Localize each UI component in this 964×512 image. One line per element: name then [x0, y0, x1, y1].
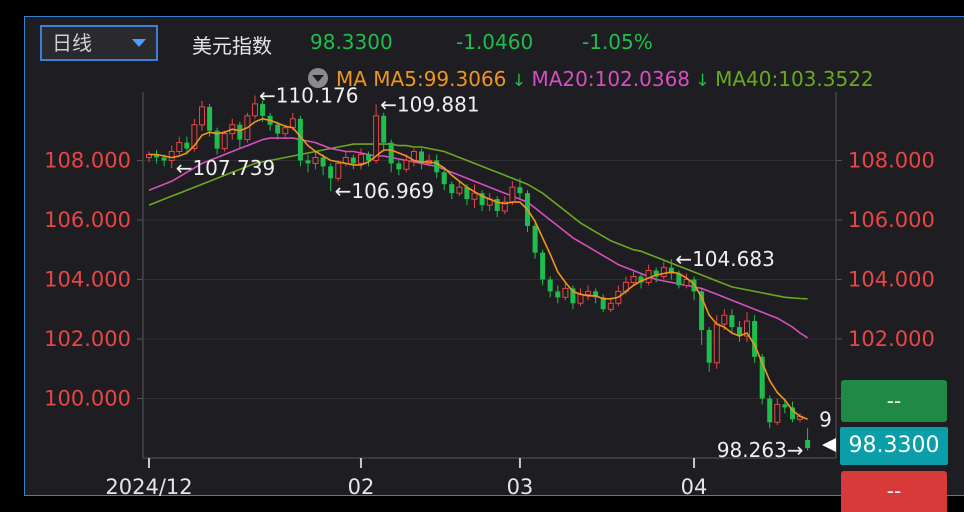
price-annotation: ←104.683 [675, 247, 774, 271]
candle-body[interactable] [199, 106, 205, 126]
candle-body[interactable] [207, 106, 213, 131]
candle-body[interactable] [403, 159, 410, 170]
x-tick-label: 03 [507, 475, 534, 499]
candle-body[interactable] [381, 115, 387, 143]
candle-body[interactable] [396, 163, 402, 170]
candle-body[interactable] [176, 142, 183, 153]
ma20-value: MA20:102.0368 [531, 67, 691, 91]
candle-body[interactable] [540, 252, 546, 280]
ma5-arrow-down-icon: ↓ [506, 71, 532, 91]
candle-body[interactable] [275, 124, 281, 134]
price-change: -1.0460 [456, 30, 534, 54]
candle-body[interactable] [221, 133, 228, 150]
candle-body[interactable] [456, 186, 463, 194]
candle-body[interactable] [350, 157, 356, 164]
y-tick-label-right: 102.000 [848, 327, 935, 351]
candle-body[interactable] [630, 276, 637, 283]
candle-body[interactable] [683, 279, 690, 286]
candle-body[interactable] [282, 127, 289, 135]
candle-body[interactable] [289, 118, 296, 129]
ma-settings-icon[interactable] [308, 68, 328, 88]
candle-body[interactable] [706, 330, 712, 363]
candle-body[interactable] [607, 302, 614, 310]
candle-body[interactable] [562, 287, 569, 298]
candle-body[interactable] [434, 160, 440, 173]
instrument-name: 美元指数 [192, 34, 272, 58]
ma40-value: MA40:103.3522 [715, 67, 874, 91]
period-select[interactable]: 日线 [40, 25, 158, 61]
y-tick-label-left: 106.000 [44, 208, 131, 232]
x-tick-label: 02 [348, 475, 375, 499]
last-price: 98.3300 [310, 30, 393, 54]
candle-body[interactable] [441, 172, 447, 185]
candle-body[interactable] [805, 440, 811, 449]
candle-body[interactable] [585, 290, 592, 295]
candle-body[interactable] [729, 315, 735, 328]
candle-body[interactable] [782, 404, 788, 408]
candle-body[interactable] [774, 403, 781, 423]
price-pointer-icon [822, 438, 836, 452]
candle-body[interactable] [767, 398, 773, 423]
period-label: 日线 [52, 31, 92, 55]
candle-body[interactable] [547, 279, 553, 292]
price-annotation: ←106.969 [335, 179, 434, 203]
chevron-down-icon [132, 39, 146, 47]
candle-body[interactable] [532, 225, 538, 253]
candle-body[interactable] [752, 321, 758, 357]
y-tick-label-right: 106.000 [848, 208, 935, 232]
candle-body[interactable] [161, 157, 167, 161]
x-tick-label: 04 [681, 475, 708, 499]
candle-body[interactable] [320, 157, 326, 167]
price-annotation: ←107.739 [176, 156, 275, 180]
candle-body[interactable] [471, 192, 478, 200]
y-tick-label-right: 108.000 [848, 148, 935, 172]
price-annotation: 98.263→ [717, 438, 804, 462]
candle-body[interactable] [713, 323, 720, 364]
candle-body[interactable] [328, 166, 334, 179]
candle-body[interactable] [509, 186, 516, 203]
price-annotation: 9 [819, 407, 832, 431]
candle-body[interactable] [168, 151, 175, 161]
y-tick-label-left: 108.000 [44, 148, 131, 172]
candle-body[interactable] [252, 103, 258, 117]
candle-body[interactable] [184, 142, 190, 149]
price-change-pct: -1.05% [582, 30, 653, 54]
candle-body[interactable] [358, 154, 364, 164]
current-price-tag: 98.3300 [840, 427, 948, 465]
candle-body[interactable] [305, 160, 311, 164]
x-tick-label: 2024/12 [105, 475, 192, 499]
price-annotation: ←109.881 [380, 92, 479, 116]
sell-button[interactable]: -- [841, 471, 947, 512]
candle-body[interactable] [517, 187, 523, 194]
candle-body[interactable] [449, 184, 455, 194]
candle-body[interactable] [721, 314, 728, 325]
y-tick-label-left: 104.000 [44, 267, 131, 291]
y-tick-label-left: 100.000 [44, 386, 131, 410]
y-tick-label-left: 102.000 [44, 327, 131, 351]
candle-body[interactable] [388, 142, 394, 164]
ma-label: MA [336, 67, 367, 91]
candle-body[interactable] [335, 162, 342, 179]
ma20-arrow-down-icon: ↓ [690, 71, 716, 91]
buy-button[interactable]: -- [841, 380, 947, 422]
candle-body[interactable] [660, 267, 667, 278]
candle-body[interactable] [237, 124, 243, 140]
candle-body[interactable] [312, 157, 319, 164]
y-tick-label-right: 104.000 [848, 267, 935, 291]
ma5-value: MA5:99.3066 [373, 67, 507, 91]
ma-legend: MA MA5:99.3066 ↓ MA20:102.0368 ↓ MA40:10… [336, 66, 964, 92]
candle-body[interactable] [555, 291, 561, 298]
candle-body[interactable] [577, 293, 584, 304]
